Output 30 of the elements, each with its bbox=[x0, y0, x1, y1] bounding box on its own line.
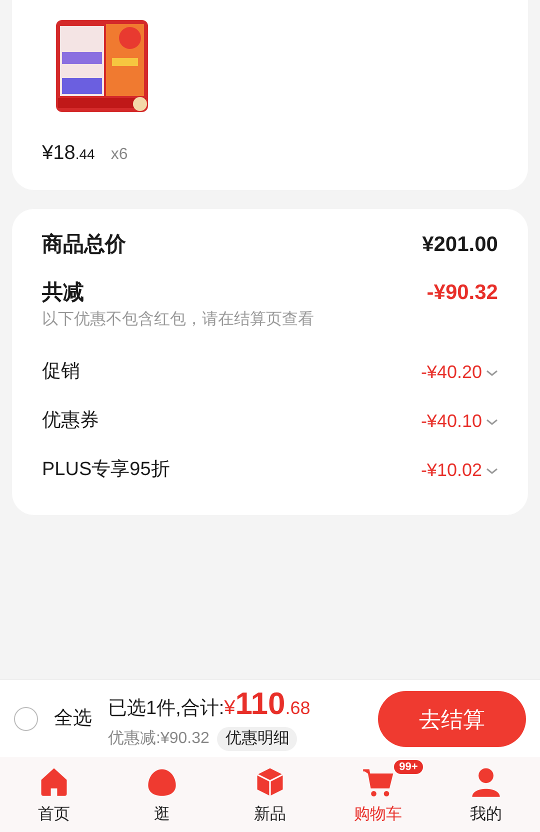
chevron-icon[interactable] bbox=[486, 368, 498, 376]
product-price: ¥18.44 bbox=[42, 141, 95, 166]
chevron-icon[interactable] bbox=[486, 418, 498, 426]
tab-bar-item[interactable]: 新品 bbox=[216, 759, 324, 832]
saving-amount: 优惠减:¥90.32 bbox=[108, 728, 210, 749]
discount-label: 共减 bbox=[42, 280, 84, 306]
person-icon bbox=[469, 765, 503, 799]
total-label: 商品总价 bbox=[42, 232, 126, 258]
total-price: ¥110.68 bbox=[224, 688, 310, 722]
discount-item-label: 促销 bbox=[42, 360, 80, 384]
select-all-label: 全选 bbox=[54, 707, 92, 731]
total-value: ¥201.00 bbox=[422, 232, 498, 258]
checkout-button[interactable]: 去结算 bbox=[378, 691, 526, 748]
tab-bar-item[interactable]: 首页 bbox=[0, 759, 108, 832]
discount-details-button[interactable]: 优惠明细 bbox=[217, 727, 298, 751]
selected-summary: 已选1件,合计: bbox=[108, 696, 224, 720]
discount-item-label: PLUS专享95折 bbox=[42, 458, 170, 482]
discount-item-value[interactable]: -¥40.20 bbox=[420, 359, 482, 386]
discount-item-value[interactable]: -¥10.02 bbox=[420, 457, 482, 484]
quantity: x6 bbox=[110, 145, 128, 165]
discount-note: 以下优惠不包含红包，请在结算页查看 bbox=[42, 310, 315, 330]
discount-item-value[interactable]: -¥40.10 bbox=[420, 408, 482, 435]
tab-bar-item[interactable]: 购物车 99+ bbox=[324, 759, 432, 832]
select-all-checkbox[interactable] bbox=[14, 707, 38, 732]
tab-bar-item[interactable]: 逛 bbox=[108, 759, 216, 832]
discount-item-label: 优惠券 bbox=[42, 409, 99, 434]
tab-bar-item[interactable]: 我的 bbox=[432, 759, 540, 832]
discount-value: -¥90.32 bbox=[426, 280, 498, 306]
chevron-icon[interactable] bbox=[486, 466, 498, 474]
count-badge: 99+ bbox=[393, 759, 424, 775]
